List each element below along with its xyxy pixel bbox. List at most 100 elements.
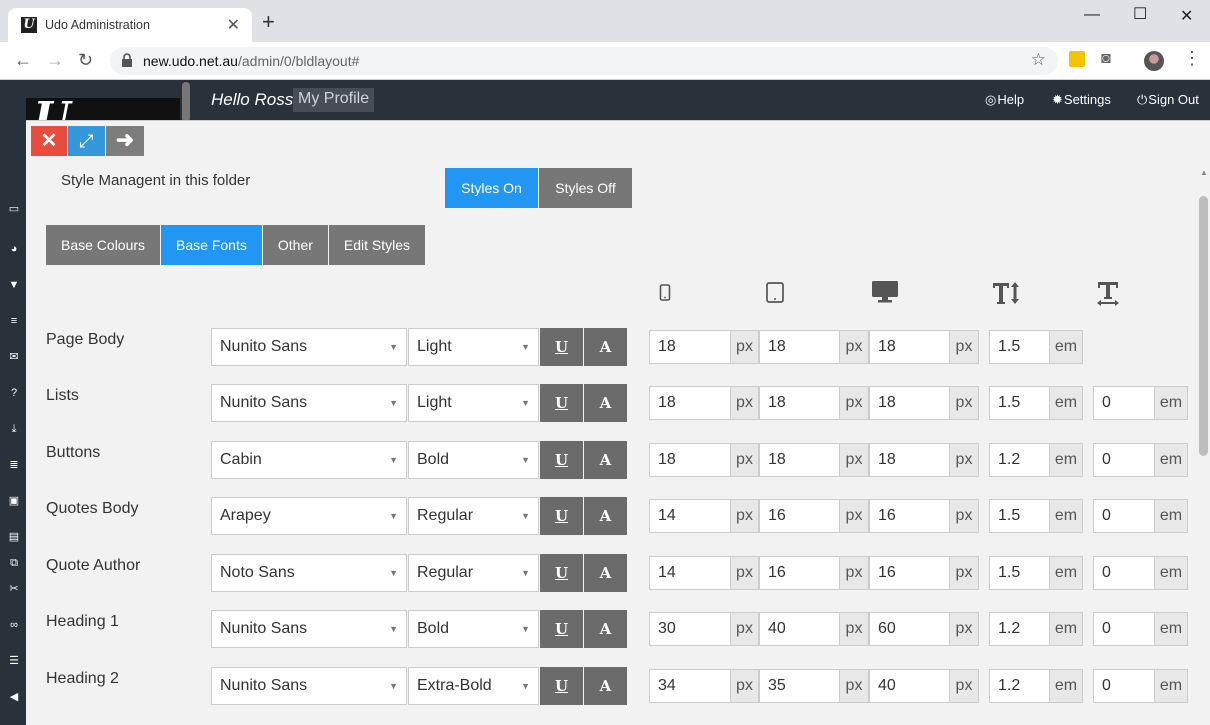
cart-icon[interactable]: ▼ <box>7 278 21 292</box>
scissors-icon[interactable]: ✂ <box>7 582 21 596</box>
text-case-button[interactable]: A <box>584 610 627 648</box>
browser-tab[interactable]: U Udo Administration ✕ <box>8 8 252 42</box>
image-icon[interactable]: ▣ <box>7 494 21 508</box>
letter-spacing-input[interactable]: 0 <box>1093 556 1155 590</box>
scrollbar-thumb[interactable] <box>1199 196 1208 456</box>
tablet-size-input[interactable]: 16 <box>759 499 840 533</box>
mobile-size-input[interactable]: 34 <box>649 669 731 703</box>
tablet-size-input[interactable]: 18 <box>759 330 840 364</box>
letter-spacing-input[interactable]: 0 <box>1093 612 1155 646</box>
address-bar[interactable]: new.udo.net.au/admin/0/bldlayout# ☆ <box>110 47 1058 75</box>
camera-icon[interactable]: ◙ <box>1101 50 1111 68</box>
desktop-size-input[interactable]: 18 <box>869 330 950 364</box>
desktop-size-input[interactable]: 18 <box>869 443 950 477</box>
text-case-button[interactable]: A <box>584 384 627 422</box>
close-panel-button[interactable]: ✕ <box>31 126 67 156</box>
desktop-size-input[interactable]: 60 <box>869 612 950 646</box>
extension-icon[interactable] <box>1069 51 1085 67</box>
dashboard-icon[interactable]: ◕ <box>7 242 21 256</box>
font-family-select[interactable]: Cabin ▼ <box>211 441 407 479</box>
font-weight-select[interactable]: Extra-Bold ▼ <box>408 667 539 705</box>
letter-spacing-input[interactable]: 0 <box>1093 669 1155 703</box>
line-height-input[interactable]: 1.2 <box>989 669 1050 703</box>
desktop-size-input[interactable]: 18 <box>869 386 950 420</box>
window-close-icon[interactable]: ✕ <box>1180 6 1193 26</box>
font-family-select[interactable]: Nunito Sans ▼ <box>211 667 407 705</box>
back-icon[interactable]: ← <box>14 50 32 70</box>
tablet-size-input[interactable]: 16 <box>759 556 840 590</box>
folder-icon[interactable]: ▭ <box>7 202 21 216</box>
font-weight-select[interactable]: Light ▼ <box>408 384 539 422</box>
tab-other[interactable]: Other <box>262 225 328 265</box>
copy-icon[interactable]: ⧉ <box>7 556 21 570</box>
mobile-size-input[interactable]: 18 <box>649 443 731 477</box>
underline-button[interactable]: U <box>540 610 583 648</box>
my-profile-link[interactable]: My Profile <box>293 88 375 112</box>
menu-list-icon[interactable]: ☰ <box>7 654 21 668</box>
megaphone-icon[interactable]: ◀ <box>7 690 21 704</box>
tab-base-colours[interactable]: Base Colours <box>46 225 161 265</box>
font-weight-select[interactable]: Regular ▼ <box>408 497 539 535</box>
letter-spacing-input[interactable]: 0 <box>1093 443 1155 477</box>
text-case-button[interactable]: A <box>584 441 627 479</box>
settings-link[interactable]: ✹Settings <box>1052 92 1111 108</box>
font-family-select[interactable]: Nunito Sans ▼ <box>211 328 407 366</box>
next-panel-button[interactable]: ➜ <box>106 126 144 156</box>
underline-button[interactable]: U <box>540 384 583 422</box>
mobile-size-input[interactable]: 14 <box>649 556 731 590</box>
text-case-button[interactable]: A <box>584 328 627 366</box>
text-case-button[interactable]: A <box>584 497 627 535</box>
line-height-input[interactable]: 1.2 <box>989 612 1050 646</box>
mail-icon[interactable]: ✉ <box>7 350 21 364</box>
font-family-select[interactable]: Nunito Sans ▼ <box>211 610 407 648</box>
link-icon[interactable]: ∞ <box>7 618 21 632</box>
list-icon[interactable]: ≡ <box>7 314 21 328</box>
line-height-input[interactable]: 1.5 <box>989 556 1050 590</box>
mobile-size-input[interactable]: 18 <box>649 386 731 420</box>
styles-on-button[interactable]: Styles On <box>445 168 538 208</box>
tablet-size-input[interactable]: 18 <box>759 443 840 477</box>
close-tab-icon[interactable]: ✕ <box>227 15 240 35</box>
mobile-size-input[interactable]: 14 <box>649 499 731 533</box>
reload-icon[interactable]: ↻ <box>78 50 93 70</box>
avatar[interactable] <box>1144 51 1164 71</box>
font-family-select[interactable]: Arapey ▼ <box>211 497 407 535</box>
help-link[interactable]: ◎Help <box>985 92 1024 108</box>
font-family-select[interactable]: Noto Sans ▼ <box>211 554 407 592</box>
font-weight-select[interactable]: Bold ▼ <box>408 610 539 648</box>
underline-button[interactable]: U <box>540 328 583 366</box>
font-family-select[interactable]: Nunito Sans ▼ <box>211 384 407 422</box>
line-height-input[interactable]: 1.5 <box>989 330 1050 364</box>
menu-kebab-icon[interactable]: ⋮ <box>1183 48 1201 69</box>
letter-spacing-input[interactable]: 0 <box>1093 386 1155 420</box>
mobile-size-input[interactable]: 30 <box>649 612 731 646</box>
tab-base-fonts[interactable]: Base Fonts <box>161 225 262 265</box>
tablet-size-input[interactable]: 18 <box>759 386 840 420</box>
font-weight-select[interactable]: Regular ▼ <box>408 554 539 592</box>
mobile-size-input[interactable]: 18 <box>649 330 731 364</box>
scroll-up-icon[interactable]: ▲ <box>1200 168 1208 177</box>
font-weight-select[interactable]: Light ▼ <box>408 328 539 366</box>
line-height-input[interactable]: 1.5 <box>989 386 1050 420</box>
bookmark-star-icon[interactable]: ☆ <box>1031 50 1046 70</box>
font-weight-select[interactable]: Bold ▼ <box>408 441 539 479</box>
underline-button[interactable]: U <box>540 441 583 479</box>
desktop-size-input[interactable]: 40 <box>869 669 950 703</box>
sidebar-scrollbar[interactable] <box>182 82 190 122</box>
letter-spacing-input[interactable]: 0 <box>1093 499 1155 533</box>
sign-out-link[interactable]: ⏻Sign Out <box>1137 92 1199 108</box>
underline-button[interactable]: U <box>540 667 583 705</box>
expand-panel-button[interactable]: ⤢ <box>68 126 105 156</box>
card-icon[interactable]: ▤ <box>7 530 21 544</box>
new-tab-icon[interactable]: + <box>262 11 275 33</box>
tab-edit-styles[interactable]: Edit Styles <box>328 225 426 265</box>
line-height-input[interactable]: 1.2 <box>989 443 1050 477</box>
desktop-size-input[interactable]: 16 <box>869 499 950 533</box>
tablet-size-input[interactable]: 35 <box>759 669 840 703</box>
minimize-icon[interactable]: — <box>1084 6 1100 24</box>
maximize-icon[interactable]: ☐ <box>1133 4 1147 24</box>
underline-button[interactable]: U <box>540 497 583 535</box>
text-case-button[interactable]: A <box>584 554 627 592</box>
download-icon[interactable]: ⤓ <box>7 422 21 436</box>
desktop-size-input[interactable]: 16 <box>869 556 950 590</box>
